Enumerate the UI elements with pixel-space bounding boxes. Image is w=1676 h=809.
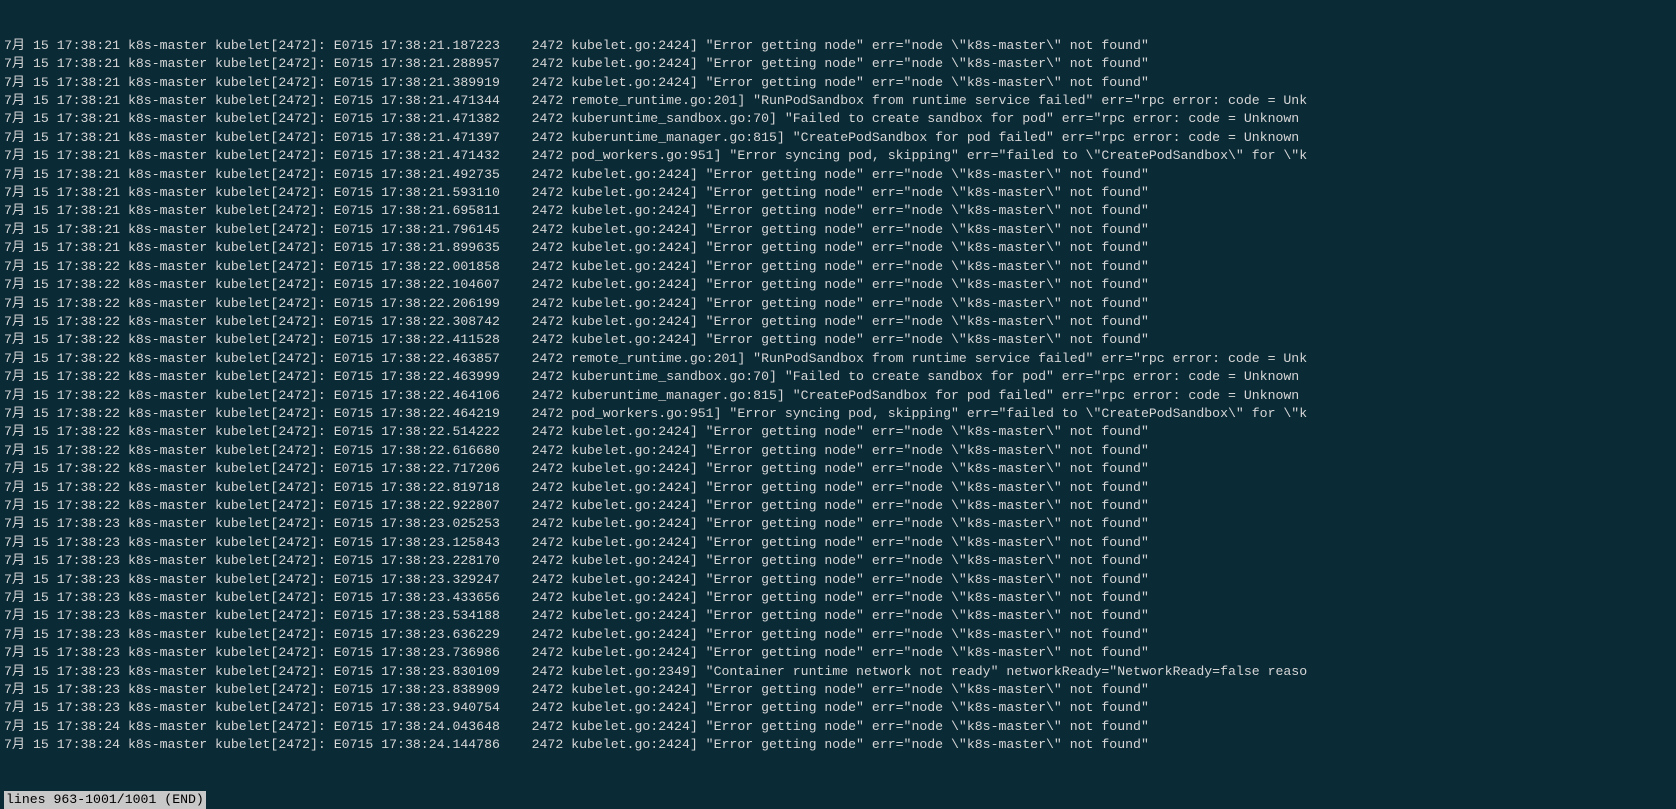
- log-line: 7月 15 17:38:22 k8s-master kubelet[2472]:…: [4, 350, 1672, 368]
- log-line: 7月 15 17:38:23 k8s-master kubelet[2472]:…: [4, 626, 1672, 644]
- log-line: 7月 15 17:38:22 k8s-master kubelet[2472]:…: [4, 387, 1672, 405]
- log-lines-container: 7月 15 17:38:21 k8s-master kubelet[2472]:…: [4, 37, 1672, 755]
- terminal-output[interactable]: 7月 15 17:38:21 k8s-master kubelet[2472]:…: [0, 0, 1676, 809]
- log-line: 7月 15 17:38:21 k8s-master kubelet[2472]:…: [4, 239, 1672, 257]
- log-line: 7月 15 17:38:23 k8s-master kubelet[2472]:…: [4, 644, 1672, 662]
- log-line: 7月 15 17:38:21 k8s-master kubelet[2472]:…: [4, 55, 1672, 73]
- log-line: 7月 15 17:38:22 k8s-master kubelet[2472]:…: [4, 497, 1672, 515]
- log-line: 7月 15 17:38:22 k8s-master kubelet[2472]:…: [4, 442, 1672, 460]
- log-line: 7月 15 17:38:21 k8s-master kubelet[2472]:…: [4, 147, 1672, 165]
- log-line: 7月 15 17:38:21 k8s-master kubelet[2472]:…: [4, 74, 1672, 92]
- log-line: 7月 15 17:38:22 k8s-master kubelet[2472]:…: [4, 460, 1672, 478]
- log-line: 7月 15 17:38:22 k8s-master kubelet[2472]:…: [4, 423, 1672, 441]
- log-line: 7月 15 17:38:22 k8s-master kubelet[2472]:…: [4, 405, 1672, 423]
- log-line: 7月 15 17:38:21 k8s-master kubelet[2472]:…: [4, 37, 1672, 55]
- log-line: 7月 15 17:38:23 k8s-master kubelet[2472]:…: [4, 681, 1672, 699]
- log-line: 7月 15 17:38:23 k8s-master kubelet[2472]:…: [4, 699, 1672, 717]
- log-line: 7月 15 17:38:23 k8s-master kubelet[2472]:…: [4, 552, 1672, 570]
- log-line: 7月 15 17:38:22 k8s-master kubelet[2472]:…: [4, 276, 1672, 294]
- log-line: 7月 15 17:38:23 k8s-master kubelet[2472]:…: [4, 589, 1672, 607]
- log-line: 7月 15 17:38:21 k8s-master kubelet[2472]:…: [4, 202, 1672, 220]
- log-line: 7月 15 17:38:21 k8s-master kubelet[2472]:…: [4, 221, 1672, 239]
- log-line: 7月 15 17:38:21 k8s-master kubelet[2472]:…: [4, 184, 1672, 202]
- log-line: 7月 15 17:38:23 k8s-master kubelet[2472]:…: [4, 571, 1672, 589]
- log-line: 7月 15 17:38:22 k8s-master kubelet[2472]:…: [4, 479, 1672, 497]
- log-line: 7月 15 17:38:22 k8s-master kubelet[2472]:…: [4, 368, 1672, 386]
- log-line: 7月 15 17:38:21 k8s-master kubelet[2472]:…: [4, 92, 1672, 110]
- log-line: 7月 15 17:38:23 k8s-master kubelet[2472]:…: [4, 534, 1672, 552]
- log-line: 7月 15 17:38:22 k8s-master kubelet[2472]:…: [4, 258, 1672, 276]
- log-line: 7月 15 17:38:21 k8s-master kubelet[2472]:…: [4, 129, 1672, 147]
- log-line: 7月 15 17:38:23 k8s-master kubelet[2472]:…: [4, 607, 1672, 625]
- log-line: 7月 15 17:38:22 k8s-master kubelet[2472]:…: [4, 331, 1672, 349]
- log-line: 7月 15 17:38:22 k8s-master kubelet[2472]:…: [4, 295, 1672, 313]
- log-line: 7月 15 17:38:23 k8s-master kubelet[2472]:…: [4, 515, 1672, 533]
- log-line: 7月 15 17:38:24 k8s-master kubelet[2472]:…: [4, 736, 1672, 754]
- log-line: 7月 15 17:38:21 k8s-master kubelet[2472]:…: [4, 166, 1672, 184]
- log-line: 7月 15 17:38:24 k8s-master kubelet[2472]:…: [4, 718, 1672, 736]
- log-line: 7月 15 17:38:22 k8s-master kubelet[2472]:…: [4, 313, 1672, 331]
- pager-status-line: lines 963-1001/1001 (END): [4, 791, 1672, 809]
- pager-status-text: lines 963-1001/1001 (END): [4, 791, 206, 809]
- log-line: 7月 15 17:38:21 k8s-master kubelet[2472]:…: [4, 110, 1672, 128]
- log-line: 7月 15 17:38:23 k8s-master kubelet[2472]:…: [4, 663, 1672, 681]
